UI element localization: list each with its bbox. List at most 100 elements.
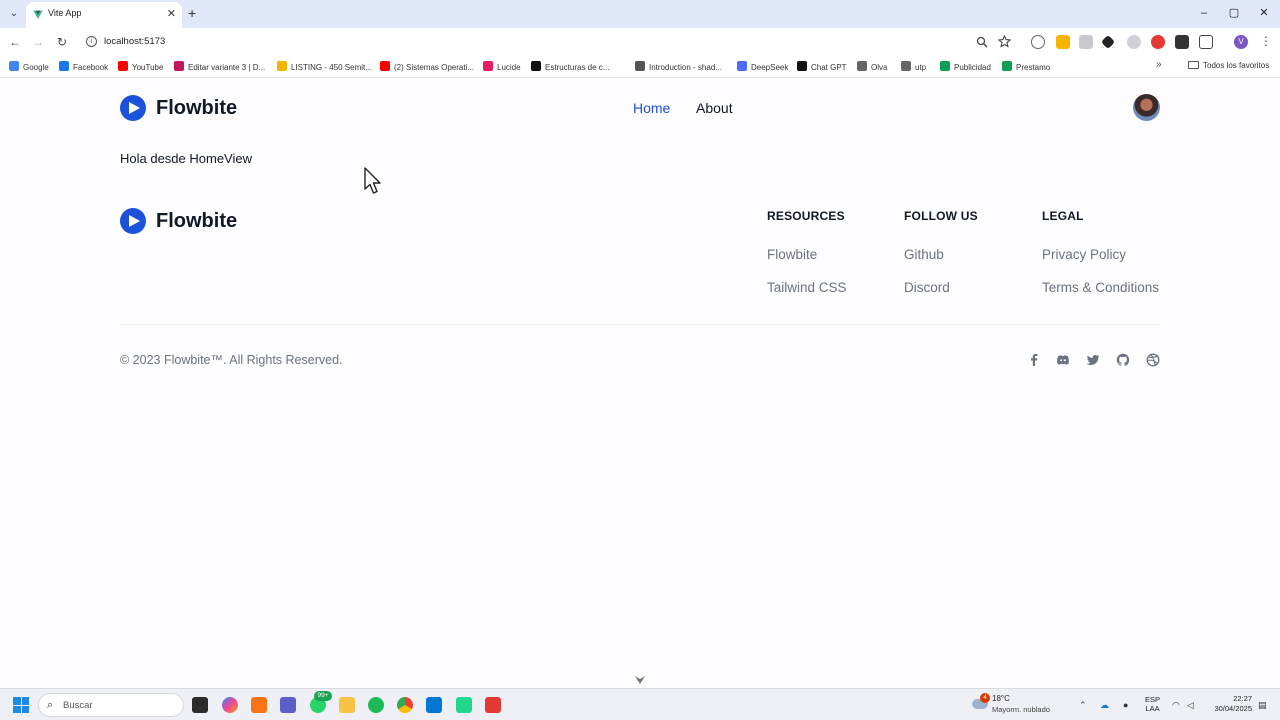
windows-start-icon[interactable] [13,697,29,713]
chevron-down-icon[interactable] [633,674,647,686]
microphone-icon[interactable]: ● [1123,699,1128,711]
bookmark-item[interactable]: Google [9,61,49,73]
bookmark-item[interactable]: (2) Sistemas Operati... [380,61,474,73]
footer-link-privacy[interactable]: Privacy Policy [1042,247,1126,262]
nav-link-home[interactable]: Home [633,100,670,116]
clock-time: 22:27 [1233,694,1252,703]
bookmark-item[interactable]: YouTube [118,61,163,73]
system-clock[interactable]: 22:27 30/04/2025 [1208,694,1252,714]
bookmark-item[interactable]: Lucide [483,61,521,73]
navbar-brand[interactable]: Flowbite [120,95,237,121]
weather-widget[interactable]: 4 18°C Mayorm. nublado [970,693,1080,717]
notifications-icon[interactable]: ▤ [1258,699,1267,711]
all-bookmarks-folder[interactable]: Todos los favoritos [1188,61,1269,70]
dribbble-icon[interactable] [1146,353,1160,367]
vscode-icon[interactable] [426,697,442,713]
github-icon[interactable] [1116,353,1130,367]
twitter-icon[interactable] [1086,353,1100,367]
bookmark-label: LISTING - 450 Semit... [291,63,372,72]
bookmark-item[interactable]: DeepSeek [737,61,788,73]
teams-icon[interactable] [280,697,296,713]
footer-heading-legal: LEGAL [1042,209,1084,223]
tab-search-button[interactable]: ⌄ [6,6,22,22]
file-explorer-icon[interactable] [339,697,355,713]
bookmark-label: Prestamo [1016,63,1051,72]
bookmark-label: Facebook [73,63,109,72]
extension-icon-3[interactable] [1079,35,1093,49]
weather-description: Mayorm. nublado [992,705,1050,714]
browser-tab[interactable]: Vite App ✕ [26,2,182,28]
footer-link-terms[interactable]: Terms & Conditions [1042,280,1159,295]
footer-link-flowbite[interactable]: Flowbite [767,247,817,262]
all-bookmarks-label: Todos los favoritos [1203,61,1270,70]
browser-menu-icon[interactable]: ⋮ [1260,34,1272,48]
footer-link-github[interactable]: Github [904,247,944,262]
forward-button[interactable]: → [30,34,46,50]
extension-icon-1[interactable] [1031,35,1045,49]
bookmark-item[interactable]: LISTING - 450 Semit... [277,61,372,73]
bookmark-star-icon[interactable] [998,35,1011,48]
task-view-icon[interactable] [192,697,208,713]
bookmarks-overflow-button[interactable]: » [1156,59,1162,70]
footer-link-discord[interactable]: Discord [904,280,950,295]
spotify-icon[interactable] [368,697,384,713]
chrome-icon[interactable] [397,697,413,713]
red-app-icon[interactable] [485,697,501,713]
bookmark-item[interactable]: Publicidad [940,61,991,73]
bookmark-item[interactable]: Chat GPT [797,61,847,73]
reload-button[interactable]: ↻ [54,34,70,50]
bookmark-item[interactable]: Prestamo [1002,61,1050,73]
close-window-button[interactable]: ✕ [1256,5,1272,21]
footer-heading-follow-us: FOLLOW US [904,209,978,223]
onedrive-icon[interactable]: ☁ [1100,699,1109,711]
footer-link-tailwind[interactable]: Tailwind CSS [767,280,847,295]
bookmark-item[interactable]: utp [901,61,926,73]
restore-button[interactable]: ▢ [1226,5,1242,21]
pycharm-icon[interactable] [456,697,472,713]
language-indicator[interactable]: ESP LAA [1145,695,1160,713]
back-button[interactable]: ← [7,34,23,50]
clock-date: 30/04/2025 [1214,704,1252,713]
tab-close-icon[interactable]: ✕ [167,7,176,21]
volume-icon[interactable]: ◁ [1187,699,1194,711]
bookmark-label: Publicidad [954,63,991,72]
minimize-button[interactable]: – [1196,5,1212,21]
extension-icon-6[interactable] [1151,35,1165,49]
bookmark-item[interactable]: Editar variante 3 | D... [174,61,265,73]
extensions-puzzle-icon[interactable] [1199,35,1213,49]
nav-link-about[interactable]: About [696,100,733,116]
site-info-icon[interactable]: i [86,36,97,47]
bookmarks-bar: Google Facebook YouTube Editar variante 3 |… [0,56,1280,78]
language-line-1: ESP [1145,695,1161,704]
zoom-icon[interactable] [976,36,988,48]
bookmark-item[interactable]: Olva [857,61,887,73]
bookmark-favicon-icon [59,61,69,71]
footer-heading-resources: RESOURCES [767,209,845,223]
address-url[interactable]: localhost:5173 [104,36,165,47]
taskbar-search-input[interactable]: ⌕ Buscar [38,693,184,717]
extension-icon-2[interactable] [1056,35,1070,49]
wifi-icon[interactable]: ◠ [1172,699,1180,711]
bookmark-favicon-icon [380,61,390,71]
bookmark-item[interactable]: Facebook [59,61,108,73]
browser-tab-bar: ⌄ Vite App ✕ + – ▢ ✕ [0,0,1280,28]
bookmark-item[interactable]: Introduction - shad... [635,61,722,73]
profile-avatar[interactable]: V [1234,35,1248,49]
facebook-icon[interactable] [1027,353,1041,367]
extension-icon-5[interactable] [1127,35,1141,49]
discord-icon[interactable] [1056,353,1070,367]
address-bar[interactable]: i localhost:5173 [80,30,1020,54]
xampp-icon[interactable] [251,697,267,713]
qr-extension-icon[interactable] [1175,35,1189,49]
user-avatar[interactable] [1133,94,1160,121]
navbar-brand-name: Flowbite [156,96,238,119]
bookmark-label: Lucide [497,63,521,72]
home-greeting: Hola desde HomeView [120,151,252,166]
tray-chevron-up-icon[interactable]: ⌃ [1079,699,1087,711]
bookmark-item[interactable]: Estructuras de c... [531,61,609,73]
flowbite-logo-icon [120,95,146,121]
search-icon: ⌕ [47,699,54,711]
copilot-icon[interactable] [222,697,238,713]
footer-brand[interactable]: Flowbite [120,208,237,234]
new-tab-button[interactable]: + [188,5,196,21]
